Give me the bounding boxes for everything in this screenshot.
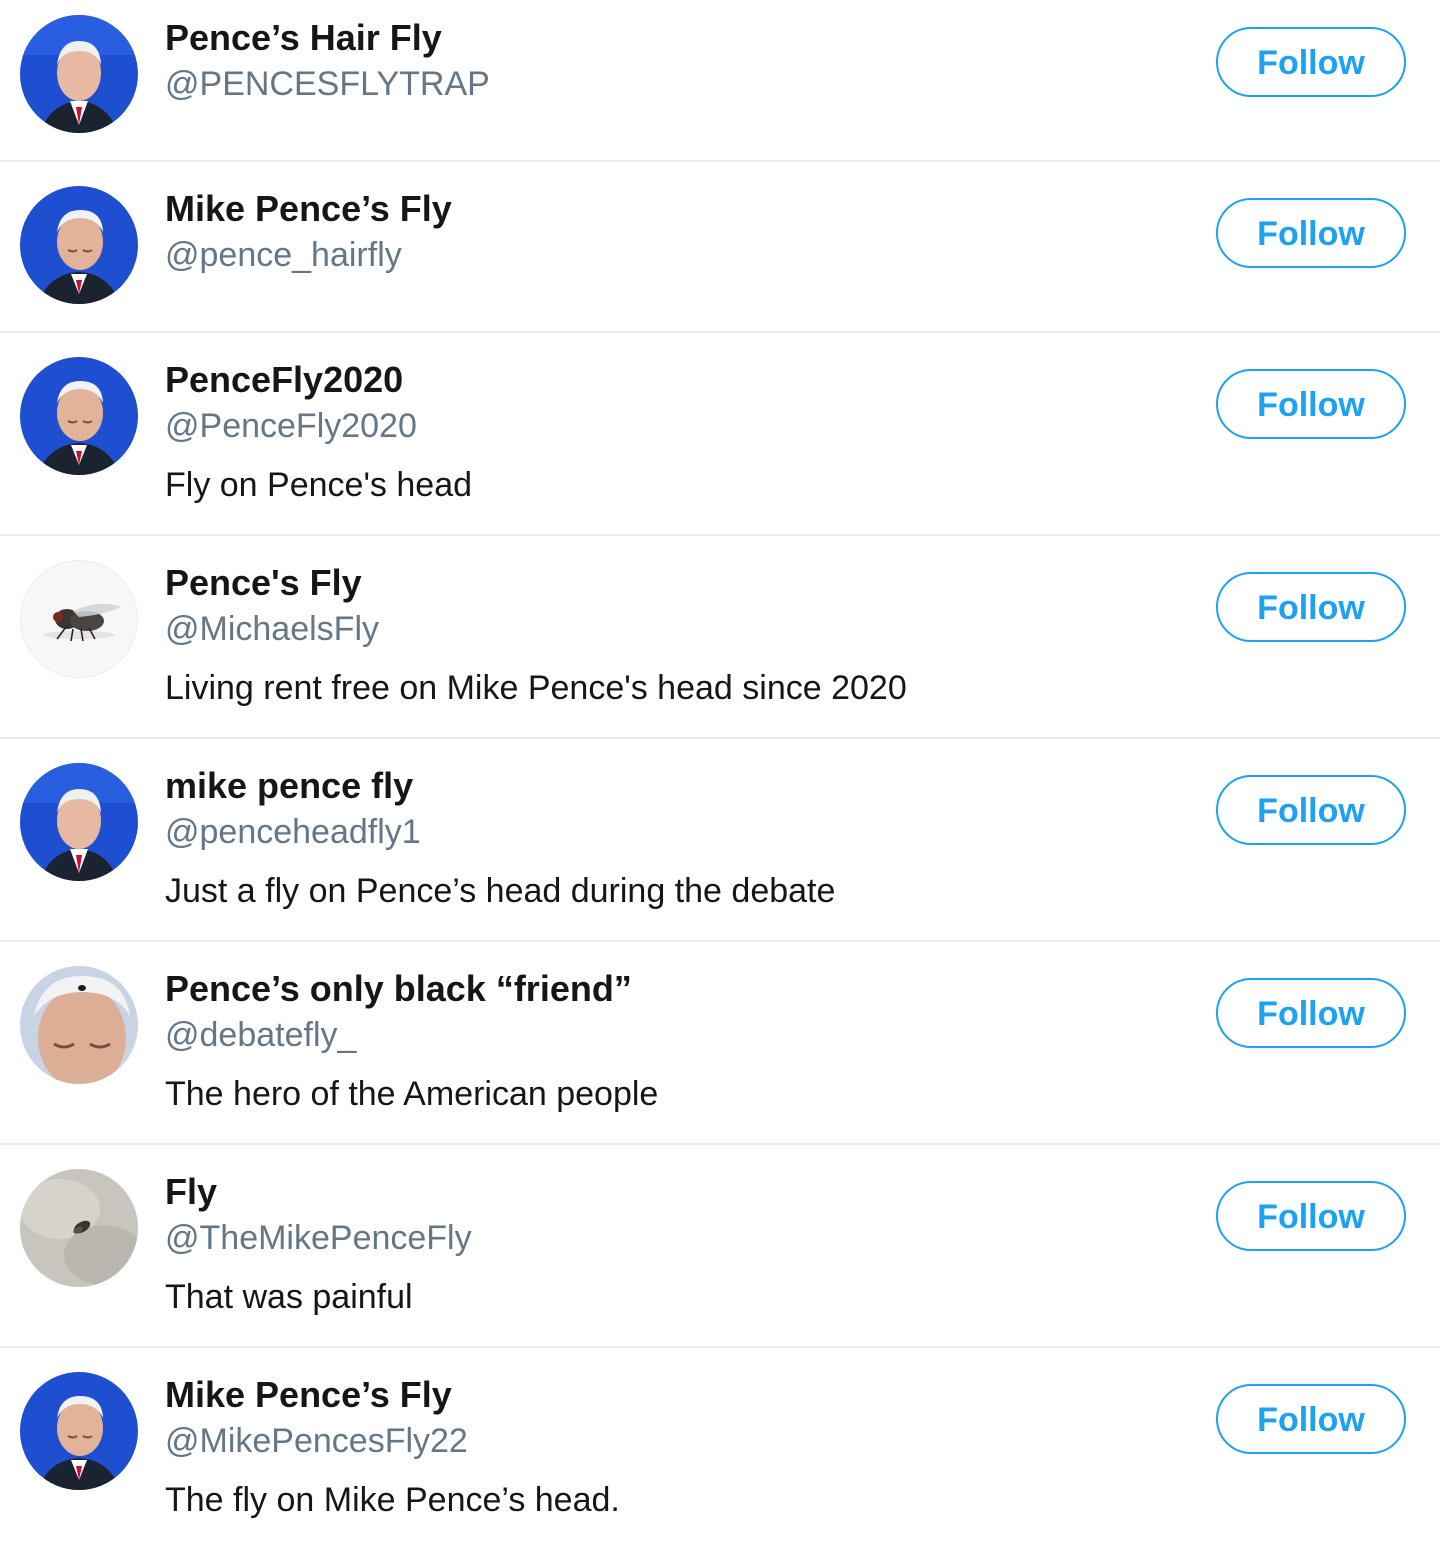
account-handle: @pence_hairfly xyxy=(165,236,402,274)
account-handle: @penceheadfly1 xyxy=(165,813,421,851)
avatar[interactable] xyxy=(20,15,138,133)
follow-button[interactable]: Follow xyxy=(1216,775,1406,845)
account-handle: @debatefly_ xyxy=(165,1016,357,1054)
account-bio: The fly on Mike Pence’s head. xyxy=(165,1481,620,1519)
account-name[interactable]: mike pence fly xyxy=(165,764,1180,808)
account-bio: Living rent free on Mike Pence's head si… xyxy=(165,669,907,707)
portrait-avatar-icon xyxy=(20,15,138,133)
account-name[interactable]: Pence’s Hair Fly xyxy=(165,16,1180,60)
avatar[interactable] xyxy=(20,357,138,475)
account-bio: Just a fly on Pence’s head during the de… xyxy=(165,872,836,910)
account-handle: @PenceFly2020 xyxy=(165,407,417,445)
account-name[interactable]: Mike Pence’s Fly xyxy=(165,1373,1180,1417)
fly-icon xyxy=(20,1169,138,1287)
avatar[interactable] xyxy=(20,560,138,678)
account-row[interactable]: Mike Pence’s Fly @pence_hairfly Follow xyxy=(0,162,1440,333)
account-name[interactable]: Fly xyxy=(165,1170,1180,1214)
account-bio: Fly on Pence's head xyxy=(165,466,473,504)
portrait-avatar-icon xyxy=(20,966,138,1084)
avatar[interactable] xyxy=(20,966,138,1084)
avatar[interactable] xyxy=(20,1169,138,1287)
account-handle: @PENCESFLYTRAP xyxy=(165,65,490,103)
account-name[interactable]: PenceFly2020 xyxy=(165,358,1180,402)
portrait-avatar-icon xyxy=(20,357,138,475)
follow-button[interactable]: Follow xyxy=(1216,978,1406,1048)
account-row[interactable]: Pence’s Hair Fly @PENCESFLYTRAP Follow xyxy=(0,0,1440,162)
account-row[interactable]: mike pence fly @penceheadfly1 Just a fly… xyxy=(0,739,1440,942)
account-row[interactable]: Pence’s only black “friend” @debatefly_ … xyxy=(0,942,1440,1145)
account-bio: That was painful xyxy=(165,1278,413,1316)
account-name[interactable]: Pence’s only black “friend” xyxy=(165,967,1180,1011)
account-name[interactable]: Pence's Fly xyxy=(165,561,1180,605)
follow-button[interactable]: Follow xyxy=(1216,198,1406,268)
fly-icon xyxy=(21,561,137,677)
portrait-avatar-icon xyxy=(20,763,138,881)
account-row[interactable]: Pence's Fly @MichaelsFly Living rent fre… xyxy=(0,536,1440,739)
follow-button[interactable]: Follow xyxy=(1216,369,1406,439)
account-row[interactable]: Fly @TheMikePenceFly That was painful Fo… xyxy=(0,1145,1440,1348)
follow-button[interactable]: Follow xyxy=(1216,1181,1406,1251)
avatar[interactable] xyxy=(20,763,138,881)
account-handle: @MikePencesFly22 xyxy=(165,1422,468,1460)
account-row[interactable]: PenceFly2020 @PenceFly2020 Fly on Pence'… xyxy=(0,333,1440,536)
account-bio: The hero of the American people xyxy=(165,1075,659,1113)
avatar[interactable] xyxy=(20,186,138,304)
portrait-avatar-icon xyxy=(20,186,138,304)
follow-button[interactable]: Follow xyxy=(1216,1384,1406,1454)
avatar[interactable] xyxy=(20,1372,138,1490)
follow-button[interactable]: Follow xyxy=(1216,27,1406,97)
account-row[interactable]: Mike Pence’s Fly @MikePencesFly22 The fl… xyxy=(0,1348,1440,1548)
who-to-follow-list: Pence’s Hair Fly @PENCESFLYTRAP Follow M… xyxy=(0,0,1440,1548)
account-handle: @TheMikePenceFly xyxy=(165,1219,472,1257)
portrait-avatar-icon xyxy=(20,1372,138,1490)
account-name[interactable]: Mike Pence’s Fly xyxy=(165,187,1180,231)
follow-button[interactable]: Follow xyxy=(1216,572,1406,642)
account-handle: @MichaelsFly xyxy=(165,610,379,648)
